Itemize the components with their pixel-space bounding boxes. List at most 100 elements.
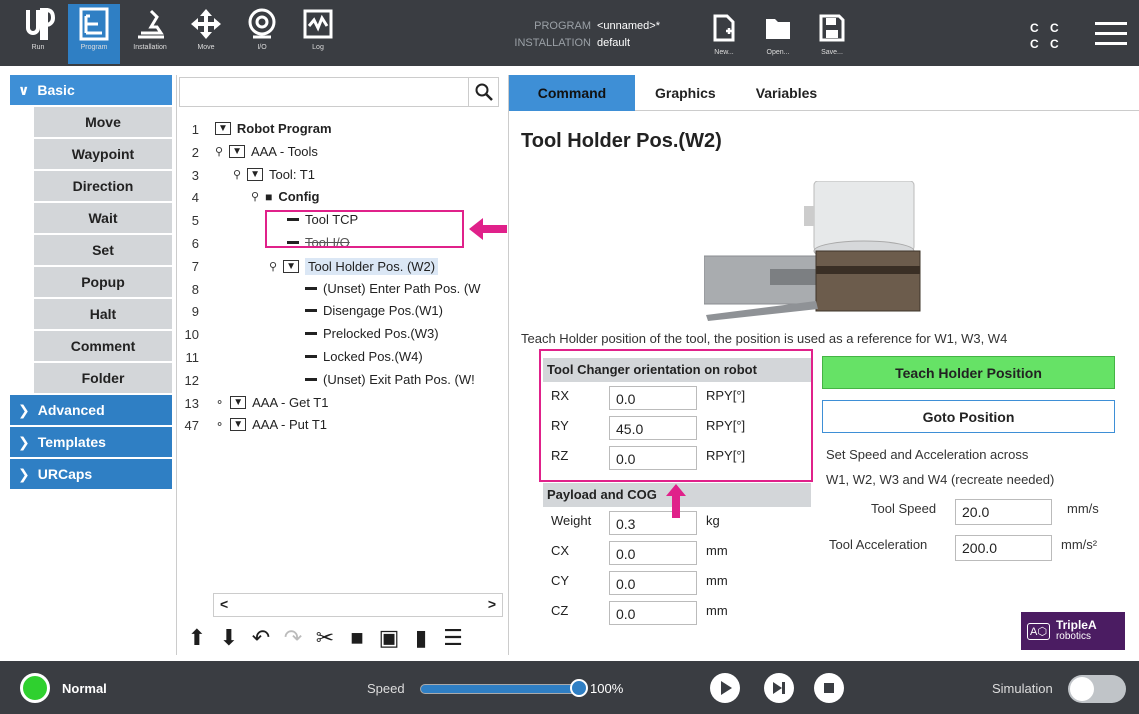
category-urcaps[interactable]: ❯ URCaps bbox=[10, 459, 172, 489]
nav-io-button[interactable]: I/O bbox=[236, 4, 288, 64]
tree-row[interactable]: 13 ⚬ ▼ AAA - Get T1 bbox=[177, 393, 503, 416]
tab-command[interactable]: Command bbox=[509, 75, 635, 111]
tree-node-label: AAA - Put T1 bbox=[252, 417, 328, 433]
tree-row[interactable]: 10 Prelocked Pos.(W3) bbox=[177, 324, 503, 347]
tree-toolbar: ⬆ ⬇ ↶ ↷ ✂ ■ ▣ ▮ ☰ bbox=[177, 621, 503, 655]
simulation-toggle[interactable] bbox=[1068, 675, 1126, 703]
speed-slider-knob[interactable] bbox=[570, 679, 588, 697]
node-waypoint-button[interactable]: Waypoint bbox=[34, 139, 172, 169]
expand-triangle-icon[interactable]: ▼ bbox=[229, 144, 245, 158]
node-direction-button[interactable]: Direction bbox=[34, 171, 172, 201]
node-move-button[interactable]: Move bbox=[34, 107, 172, 137]
node-wait-button[interactable]: Wait bbox=[34, 203, 172, 233]
delete-icon[interactable]: ▮ bbox=[407, 624, 435, 652]
suppress-icon[interactable]: ☰ bbox=[439, 624, 467, 652]
tree-node-label: AAA - Tools bbox=[250, 143, 318, 159]
nav-run-button[interactable]: Run bbox=[12, 4, 64, 64]
node-dash-icon bbox=[305, 309, 317, 313]
node-comment-button[interactable]: Comment bbox=[34, 331, 172, 361]
payload-cz-row: CZ 0.0 mm bbox=[543, 597, 811, 627]
tree-row[interactable]: 9 Disengage Pos.(W1) bbox=[177, 301, 503, 324]
teach-holder-position-button[interactable]: Teach Holder Position bbox=[822, 356, 1115, 389]
tool-acceleration-input[interactable]: 200.0 bbox=[955, 535, 1052, 561]
node-folder-button[interactable]: Folder bbox=[34, 363, 172, 393]
redo-icon[interactable]: ↷ bbox=[279, 624, 307, 652]
move-down-icon[interactable]: ⬇ bbox=[215, 624, 243, 652]
goto-position-button[interactable]: Goto Position bbox=[822, 400, 1115, 433]
category-basic-label: Basic bbox=[37, 82, 75, 98]
tree-row[interactable]: 4 ⚲ ■ Config bbox=[177, 187, 503, 210]
stop-button[interactable] bbox=[814, 673, 844, 703]
tree-node-label: AAA - Get T1 bbox=[252, 394, 329, 410]
copy-icon[interactable]: ■ bbox=[343, 624, 371, 652]
nav-installation-button[interactable]: Installation bbox=[124, 4, 176, 64]
tab-variables[interactable]: Variables bbox=[736, 75, 838, 111]
tree-row[interactable]: 11 Locked Pos.(W4) bbox=[177, 347, 503, 370]
save-program-button[interactable]: Save... bbox=[812, 14, 852, 62]
nav-io-label: I/O bbox=[257, 44, 267, 51]
expand-triangle-icon[interactable]: ▼ bbox=[283, 259, 299, 273]
tree-row[interactable]: 47 ⚬ ▼ AAA - Put T1 bbox=[177, 415, 503, 438]
nav-move-button[interactable]: Move bbox=[180, 4, 232, 64]
new-file-icon bbox=[713, 14, 735, 42]
category-templates[interactable]: ❯ Templates bbox=[10, 427, 172, 457]
installation-name: default bbox=[597, 37, 631, 49]
tree-row[interactable]: 8 (Unset) Enter Path Pos. (W bbox=[177, 279, 503, 302]
paste-icon[interactable]: ▣ bbox=[375, 624, 403, 652]
pin-icon: ⚲ bbox=[251, 191, 260, 204]
tree-row[interactable]: 12 (Unset) Exit Path Pos. (W! bbox=[177, 370, 503, 393]
category-basic[interactable]: ∨ Basic bbox=[10, 75, 172, 105]
nav-log-label: Log bbox=[312, 44, 324, 51]
scroll-left-icon[interactable]: < bbox=[220, 596, 228, 612]
menu-icon[interactable] bbox=[1095, 22, 1127, 46]
category-advanced[interactable]: ❯ Advanced bbox=[10, 395, 172, 425]
expand-triangle-icon[interactable]: ▼ bbox=[247, 167, 263, 181]
tool-speed-input[interactable]: 20.0 bbox=[955, 499, 1052, 525]
scroll-right-icon[interactable]: > bbox=[488, 596, 496, 612]
node-set-button[interactable]: Set bbox=[34, 235, 172, 265]
cc-line-2: C C bbox=[1030, 37, 1063, 51]
open-program-button[interactable]: Open... bbox=[758, 14, 798, 62]
installation-icon bbox=[138, 9, 164, 39]
tree-node-label: (Unset) Enter Path Pos. (W bbox=[323, 280, 481, 296]
tree-row[interactable]: 2 ⚲ ▼ AAA - Tools bbox=[177, 142, 503, 165]
node-dash-icon bbox=[305, 286, 317, 290]
line-number: 5 bbox=[191, 213, 199, 229]
open-label: Open... bbox=[766, 49, 790, 56]
expand-triangle-icon[interactable]: ▼ bbox=[230, 418, 247, 432]
cy-input[interactable]: 0.0 bbox=[609, 571, 697, 595]
node-popup-button[interactable]: Popup bbox=[34, 267, 172, 297]
command-panel: Command Graphics Variables Tool Holder P… bbox=[508, 75, 1139, 655]
move-up-icon[interactable]: ⬆ bbox=[183, 624, 211, 652]
search-button[interactable] bbox=[468, 78, 498, 106]
play-button[interactable] bbox=[710, 673, 740, 703]
logo-line-1: TripleA bbox=[1055, 618, 1097, 632]
nav-log-button[interactable]: Log bbox=[292, 4, 344, 64]
tool-acceleration-unit: mm/s² bbox=[1061, 537, 1098, 552]
step-button[interactable] bbox=[764, 673, 794, 703]
tree-row[interactable]: 1 ▼ Robot Program bbox=[177, 119, 503, 142]
tree-row[interactable]: 3 ⚲ ▼ Tool: T1 bbox=[177, 165, 503, 188]
expand-triangle-icon[interactable]: ▼ bbox=[215, 122, 231, 135]
nav-program-button[interactable]: Program bbox=[68, 4, 120, 64]
cz-input[interactable]: 0.0 bbox=[609, 601, 697, 625]
tree-horizontal-scrollbar[interactable]: < > bbox=[213, 593, 503, 617]
tree-search-input[interactable] bbox=[179, 77, 499, 107]
new-program-button[interactable]: New... bbox=[704, 14, 744, 62]
speed-slider[interactable] bbox=[420, 684, 585, 694]
tree-row-selected[interactable]: 7 ⚲ ▼ Tool Holder Pos. (W2) bbox=[177, 256, 503, 279]
speed-description-line-2: W1, W2, W3 and W4 (recreate needed) bbox=[826, 472, 1055, 487]
pink-arrow-up-icon bbox=[666, 484, 686, 518]
weight-unit: kg bbox=[706, 513, 720, 528]
payload-cy-row: CY 0.0 mm bbox=[543, 567, 811, 597]
tab-graphics[interactable]: Graphics bbox=[635, 75, 736, 111]
node-halt-button[interactable]: Halt bbox=[34, 299, 172, 329]
stop-icon bbox=[824, 683, 834, 693]
tree-node-label: Robot Program bbox=[236, 121, 332, 136]
node-dash-icon bbox=[305, 377, 317, 381]
undo-icon[interactable]: ↶ bbox=[247, 624, 275, 652]
expand-triangle-icon[interactable]: ▼ bbox=[230, 395, 247, 409]
cx-input[interactable]: 0.0 bbox=[609, 541, 697, 565]
cut-icon[interactable]: ✂ bbox=[311, 624, 339, 652]
robot-status-indicator[interactable] bbox=[20, 673, 50, 703]
